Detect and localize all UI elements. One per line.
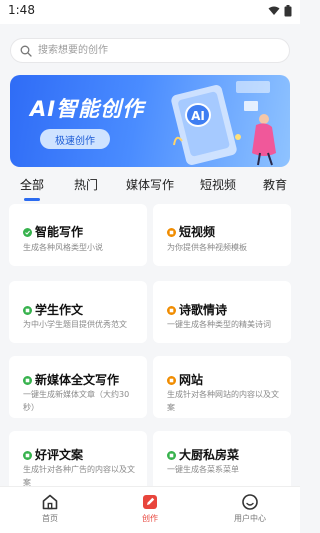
- card-desc: 为你提供各种视频模板: [167, 243, 247, 252]
- card-desc: 一键生成各种类型的精美诗词: [167, 320, 271, 329]
- search-input[interactable]: [38, 40, 278, 61]
- card-poetry[interactable]: 诗歌情诗 一键生成各种类型的精美诗词: [153, 281, 291, 343]
- green-dot-icon: [167, 451, 176, 460]
- card-title: 短视频: [179, 225, 216, 239]
- tab-all[interactable]: 全部: [20, 176, 44, 193]
- tab-underline: [24, 198, 40, 201]
- card-title: 诗歌情诗: [179, 303, 228, 317]
- card-title: 智能写作: [35, 225, 84, 239]
- bottom-nav: 首页 创作 用户中心: [0, 486, 300, 533]
- status-bar: 1:48: [0, 0, 300, 24]
- tab-media-writing[interactable]: 媒体写作: [126, 176, 174, 193]
- banner-ai-badge: AI: [191, 109, 205, 123]
- card-student-essay[interactable]: 学生作文 为中小学生题目提供优秀范文: [9, 281, 147, 343]
- promo-banner[interactable]: AI智能创作 极速创作 AI: [10, 75, 290, 167]
- card-smart-writing[interactable]: 智能写作 生成各种风格类型小说: [9, 204, 147, 266]
- green-dot-icon: [23, 376, 32, 385]
- nav-create-label: 创作: [142, 514, 158, 523]
- card-new-media-writing[interactable]: 新媒体全文写作 一键生成新媒体文章（大约30秒）: [9, 356, 147, 418]
- category-tabs: 全部 热门 媒体写作 短视频 教育: [0, 174, 300, 201]
- card-title: 新媒体全文写作: [35, 373, 120, 387]
- nav-create[interactable]: 创作: [110, 493, 190, 524]
- tab-education[interactable]: 教育: [263, 176, 287, 193]
- card-title: 好评文案: [35, 448, 84, 462]
- user-smile-icon: [242, 494, 258, 510]
- banner-illustration: AI: [171, 81, 276, 166]
- card-title: 大厨私房菜: [179, 448, 240, 462]
- orange-dot-icon: [167, 306, 176, 315]
- card-desc: 生成针对各种网站的内容以及文案: [167, 390, 279, 412]
- green-dot-icon: [23, 228, 32, 237]
- quick-create-button[interactable]: 极速创作: [40, 129, 110, 149]
- wifi-icon: [268, 6, 280, 15]
- status-time: 1:48: [8, 3, 35, 17]
- nav-user-center[interactable]: 用户中心: [210, 493, 290, 524]
- card-desc: 一键生成各菜系菜单: [167, 465, 239, 474]
- status-icons: [268, 5, 292, 17]
- card-review-copy[interactable]: 好评文案 生成针对各种广告的内容以及文案: [9, 431, 147, 493]
- search-icon: [20, 45, 32, 57]
- card-desc: 生成各种风格类型小说: [23, 243, 103, 252]
- card-short-video[interactable]: 短视频 为你提供各种视频模板: [153, 204, 291, 266]
- tab-hot[interactable]: 热门: [74, 176, 98, 193]
- card-chef-recipes[interactable]: 大厨私房菜 一键生成各菜系菜单: [153, 431, 291, 493]
- green-dot-icon: [23, 451, 32, 460]
- battery-icon: [284, 5, 292, 17]
- card-title: 学生作文: [35, 303, 84, 317]
- search-bar[interactable]: [10, 38, 290, 63]
- card-website[interactable]: 网站 生成针对各种网站的内容以及文案: [153, 356, 291, 418]
- card-desc: 一键生成新媒体文章（大约30秒）: [23, 390, 130, 412]
- create-icon: [143, 495, 157, 509]
- nav-home[interactable]: 首页: [10, 493, 90, 524]
- orange-dot-icon: [167, 228, 176, 237]
- nav-home-label: 首页: [42, 514, 58, 523]
- banner-title: AI智能创作: [30, 97, 145, 121]
- orange-dot-icon: [167, 376, 176, 385]
- tab-short-video[interactable]: 短视频: [200, 176, 236, 193]
- green-dot-icon: [23, 306, 32, 315]
- home-icon: [42, 494, 58, 510]
- nav-user-center-label: 用户中心: [234, 514, 266, 523]
- card-desc: 为中小学生题目提供优秀范文: [23, 320, 127, 329]
- card-title: 网站: [179, 373, 204, 387]
